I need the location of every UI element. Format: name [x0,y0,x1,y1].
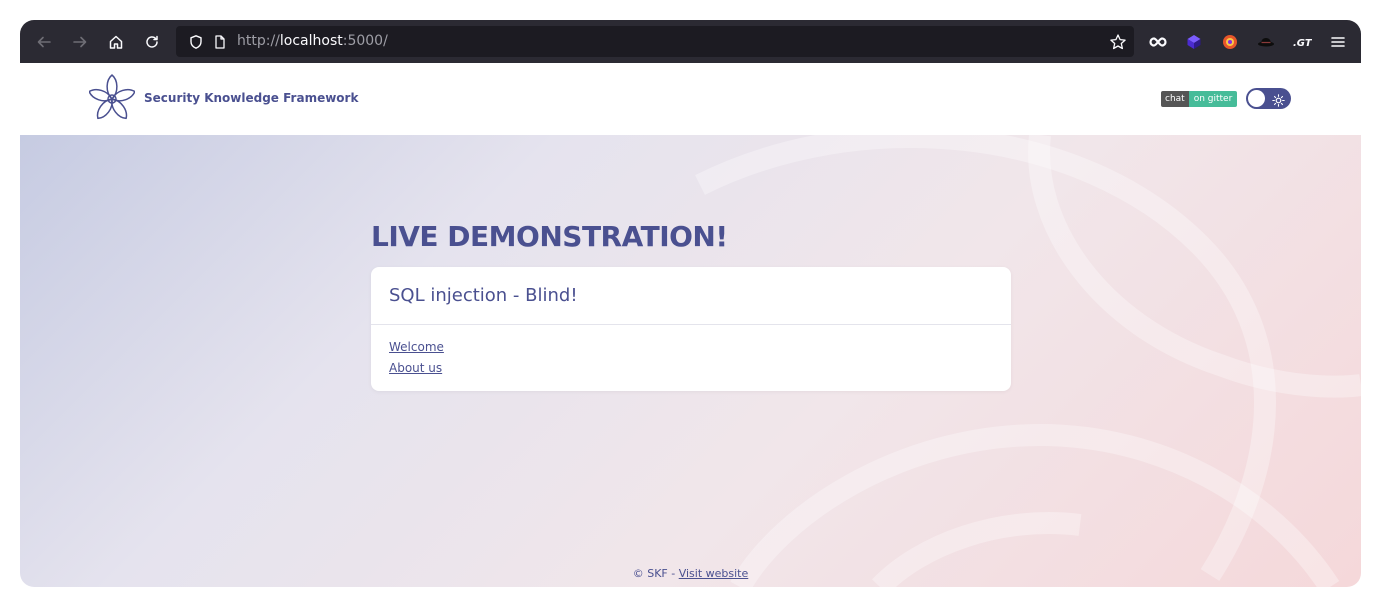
url-host: localhost [279,33,343,49]
browser-toolbar: http://localhost:5000/ .GT [20,20,1361,63]
cube-extension-icon[interactable] [1180,28,1208,56]
url-bar[interactable]: http://localhost:5000/ [176,26,1134,57]
url-prefix: http:// [237,33,280,49]
svg-text:.GT: .GT [1293,38,1312,49]
visit-website-link[interactable]: Visit website [679,567,749,580]
page-footer: © SKF - Visit website [20,567,1361,580]
flower-logo-icon[interactable] [88,74,136,124]
page-icon[interactable] [206,28,234,56]
infinity-extension-icon[interactable] [1144,28,1172,56]
gitter-chat-badge[interactable]: chat on gitter [1161,91,1238,107]
brand-title[interactable]: Security Knowledge Framework [144,91,358,105]
page-heading: LIVE DEMONSTRATION! [371,220,728,253]
url-text[interactable]: http://localhost:5000/ [237,33,388,49]
url-port: :5000/ [342,33,388,49]
browser-window: http://localhost:5000/ .GT Security Know… [20,20,1361,587]
footer-copyright: © SKF - [632,567,679,580]
welcome-link[interactable]: Welcome [389,340,444,354]
gt-extension-icon[interactable]: .GT [1288,28,1316,56]
about-us-link[interactable]: About us [389,361,442,375]
home-icon[interactable] [102,28,130,56]
forward-icon[interactable] [66,28,94,56]
toggle-knob [1248,90,1265,107]
fox-extension-icon[interactable] [1216,28,1244,56]
card-divider [371,324,1011,325]
badge-value: on gitter [1188,91,1238,107]
hero-section: LIVE DEMONSTRATION! SQL injection - Blin… [20,135,1361,587]
sun-icon [1272,92,1285,107]
star-icon[interactable] [1104,28,1132,56]
site-header: Security Knowledge Framework chat on git… [20,63,1361,135]
theme-toggle[interactable] [1246,88,1291,109]
badge-label: chat [1161,91,1189,107]
card-title: SQL injection - Blind! [389,285,578,306]
hat-extension-icon[interactable] [1252,28,1280,56]
lab-card: SQL injection - Blind! Welcome About us [371,267,1011,391]
back-icon[interactable] [30,28,58,56]
reload-icon[interactable] [138,28,166,56]
menu-icon[interactable] [1324,28,1352,56]
